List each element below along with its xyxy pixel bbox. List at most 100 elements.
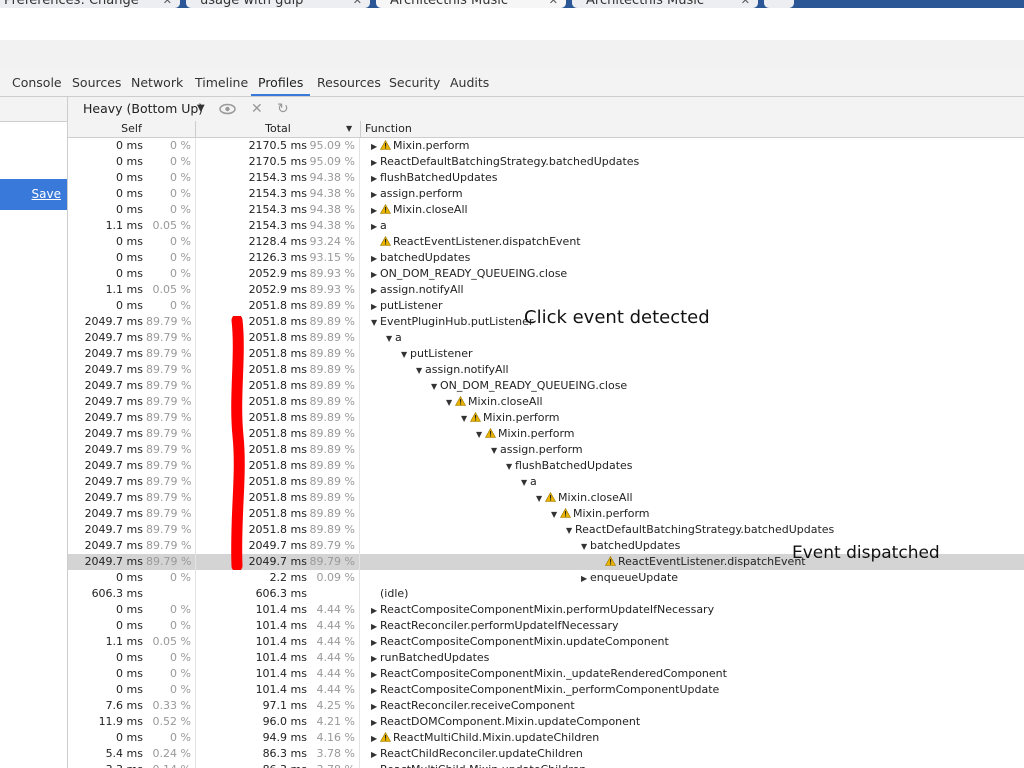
- collapse-arrow-icon[interactable]: ▼: [536, 491, 545, 507]
- expand-arrow-icon[interactable]: ▶: [371, 283, 380, 299]
- table-row[interactable]: 2049.7 ms 89.79 % 2051.8 ms 89.89 % ▼ flushBa…: [68, 458, 1024, 474]
- table-row[interactable]: 2049.7 ms 89.79 % 2051.8 ms 89.89 % ▼ Mixin.c…: [68, 490, 1024, 506]
- column-header-total[interactable]: Total: [196, 121, 361, 137]
- table-row[interactable]: 3.3 ms0.14 % 86.3 ms3.78 % ▶ReactMultiChil…: [68, 762, 1024, 768]
- close-icon[interactable]: ✕: [741, 0, 750, 8]
- expand-arrow-icon[interactable]: ▶: [371, 747, 380, 763]
- tab-network[interactable]: Network: [131, 69, 183, 96]
- table-row[interactable]: 0 ms 0 % 101.4 ms 4.44 % ▶ ReactCompositeComp…: [68, 682, 1024, 698]
- table-row[interactable]: 0 ms 0 % 2170.5 ms 95.09 % ▶ ReactDefaultBatc…: [68, 154, 1024, 170]
- expand-arrow-icon[interactable]: ▶: [581, 571, 590, 587]
- refresh-icon[interactable]: ↻: [277, 97, 289, 121]
- table-row[interactable]: 0 ms 0 % 101.4 ms 4.44 % ▶ ReactCompositeComp…: [68, 602, 1024, 618]
- expand-arrow-icon[interactable]: ▶: [371, 619, 380, 635]
- expand-arrow-icon[interactable]: ▶: [371, 139, 380, 155]
- table-row[interactable]: 11.9 ms 0.52 % 96.0 ms 4.21 % ▶ ReactDOMCompo…: [68, 714, 1024, 730]
- table-row[interactable]: 0 ms 0 % 2128.4 ms 93.24 % ReactEventListene…: [68, 234, 1024, 250]
- collapse-arrow-icon[interactable]: ▼: [416, 363, 425, 379]
- expand-arrow-icon[interactable]: ▶: [371, 251, 380, 267]
- browser-tab-active[interactable]: Architecthis Music ✕: [376, 0, 566, 8]
- collapse-arrow-icon[interactable]: ▼: [461, 411, 470, 427]
- collapse-arrow-icon[interactable]: ▼: [476, 427, 485, 443]
- expand-arrow-icon[interactable]: ▶: [371, 155, 380, 171]
- expand-arrow-icon[interactable]: ▶: [371, 667, 380, 683]
- expand-arrow-icon[interactable]: ▶: [371, 699, 380, 715]
- tab-resources[interactable]: Resources: [317, 69, 381, 96]
- table-row[interactable]: 1.1 ms 0.05 % 101.4 ms 4.44 % ▶ ReactComposit…: [68, 634, 1024, 650]
- close-icon[interactable]: ✕: [163, 0, 172, 8]
- expand-arrow-icon[interactable]: ▶: [371, 171, 380, 187]
- expand-arrow-icon[interactable]: ▶: [371, 651, 380, 667]
- save-link[interactable]: Save: [0, 179, 67, 210]
- table-row[interactable]: 5.4 ms 0.24 % 86.3 ms 3.78 % ▶ ReactChildReco…: [68, 746, 1024, 762]
- expand-arrow-icon[interactable]: ▶: [371, 635, 380, 651]
- column-header-function[interactable]: Function: [365, 121, 865, 137]
- close-icon[interactable]: ✕: [251, 97, 263, 121]
- table-row[interactable]: 2049.7 ms 89.79 % 2051.8 ms 89.89 % ▼ assign.…: [68, 362, 1024, 378]
- view-mode-select[interactable]: Heavy (Bottom Up): [83, 97, 203, 121]
- table-row[interactable]: 2049.7 ms 89.79 % 2051.8 ms 89.89 % ▼ Mixin.p…: [68, 506, 1024, 522]
- collapse-arrow-icon[interactable]: ▼: [431, 379, 440, 395]
- expand-arrow-icon[interactable]: ▶: [371, 203, 380, 219]
- collapse-arrow-icon[interactable]: ▼: [446, 395, 455, 411]
- tab-timeline[interactable]: Timeline: [195, 69, 248, 96]
- table-row[interactable]: 1.1 ms 0.05 % 2052.9 ms 89.93 % ▶ assign.noti…: [68, 282, 1024, 298]
- tab-audits[interactable]: Audits: [450, 69, 489, 96]
- table-row[interactable]: 2049.7 ms 89.79 % 2051.8 ms 89.89 % ▼ ON_DOM_…: [68, 378, 1024, 394]
- tab-console[interactable]: Console: [12, 69, 62, 96]
- table-row[interactable]: 606.3 ms 606.3 ms (idle): [68, 586, 1024, 602]
- collapse-arrow-icon[interactable]: ▼: [491, 443, 500, 459]
- table-row[interactable]: 0 ms 0 % 2.2 ms 0.09 % ▶ enqueueUpdate: [68, 570, 1024, 586]
- dropdown-arrow-icon[interactable]: ▼: [197, 97, 205, 121]
- collapse-arrow-icon[interactable]: ▼: [521, 475, 530, 491]
- expand-arrow-icon[interactable]: ▶: [371, 683, 380, 699]
- table-row[interactable]: 0 ms 0 % 2052.9 ms 89.93 % ▶ ON_DOM_READY_QUE…: [68, 266, 1024, 282]
- table-row[interactable]: 2049.7 ms 89.79 % 2051.8 ms 89.89 % ▼ a: [68, 330, 1024, 346]
- table-row[interactable]: 2049.7 ms 89.79 % 2051.8 ms 89.89 % ▼ ReactDe…: [68, 522, 1024, 538]
- table-row[interactable]: 2049.7 ms 89.79 % 2051.8 ms 89.89 % ▼ a: [68, 474, 1024, 490]
- close-icon[interactable]: ✕: [549, 0, 558, 8]
- collapse-arrow-icon[interactable]: ▼: [566, 523, 575, 539]
- expand-arrow-icon[interactable]: ▶: [371, 299, 380, 315]
- collapse-arrow-icon[interactable]: ▼: [506, 459, 515, 475]
- collapse-arrow-icon[interactable]: ▼: [581, 539, 590, 555]
- collapse-arrow-icon[interactable]: ▼: [401, 347, 410, 363]
- collapse-arrow-icon[interactable]: ▼: [386, 331, 395, 347]
- expand-arrow-icon[interactable]: ▶: [371, 603, 380, 619]
- tab-sources[interactable]: Sources: [72, 69, 121, 96]
- browser-tab[interactable]: usage with gulp ✕: [186, 0, 370, 8]
- collapse-arrow-icon[interactable]: ▼: [551, 507, 560, 523]
- eye-icon[interactable]: [219, 97, 236, 121]
- table-row[interactable]: 1.1 ms 0.05 % 2154.3 ms 94.38 % ▶ a: [68, 218, 1024, 234]
- expand-arrow-icon[interactable]: ▶: [371, 187, 380, 203]
- table-row[interactable]: 0 ms 0 % 101.4 ms 4.44 % ▶ ReactCompositeComp…: [68, 666, 1024, 682]
- expand-arrow-icon[interactable]: ▶: [371, 731, 380, 747]
- table-row[interactable]: 0 ms 0 % 101.4 ms 4.44 % ▶ ReactReconciler.pe…: [68, 618, 1024, 634]
- expand-arrow-icon[interactable]: ▶: [371, 219, 380, 235]
- table-row[interactable]: 0 ms 0 % 2154.3 ms 94.38 % ▶ assign.perform: [68, 186, 1024, 202]
- table-row[interactable]: 2049.7 ms 89.79 % 2051.8 ms 89.89 % ▼ Mixin.p…: [68, 426, 1024, 442]
- table-row[interactable]: 2049.7 ms 89.79 % 2051.8 ms 89.89 % ▼ Mixin.c…: [68, 394, 1024, 410]
- table-row[interactable]: 0 ms 0 % 2126.3 ms 93.15 % ▶ batchedUpdates: [68, 250, 1024, 266]
- close-icon[interactable]: ✕: [353, 0, 362, 8]
- expand-arrow-icon[interactable]: ▶: [371, 715, 380, 731]
- table-row[interactable]: 2049.7 ms 89.79 % 2051.8 ms 89.89 % ▼ assign.…: [68, 442, 1024, 458]
- table-row[interactable]: 2049.7 ms 89.79 % 2051.8 ms 89.89 % ▼ putList…: [68, 346, 1024, 362]
- browser-tab[interactable]: Preferences: Change ✕: [0, 0, 180, 8]
- column-header-self[interactable]: Self: [68, 121, 196, 137]
- table-row[interactable]: 0 ms 0 % 2154.3 ms 94.38 % ▶ flushBatchedUpda…: [68, 170, 1024, 186]
- self-percent-cell: 0 %: [170, 571, 191, 584]
- browser-tab[interactable]: Architecthis Music ✕: [572, 0, 758, 8]
- table-row[interactable]: 0 ms 0 % 101.4 ms 4.44 % ▶ runBatchedUpdates: [68, 650, 1024, 666]
- table-row[interactable]: 0 ms 0 % 2170.5 ms 95.09 % ▶ Mixin.perform: [68, 138, 1024, 154]
- table-row[interactable]: 0 ms 0 % 94.9 ms 4.16 % ▶ ReactMultiChild.Mix…: [68, 730, 1024, 746]
- new-tab-button[interactable]: [764, 0, 794, 8]
- expand-arrow-icon[interactable]: ▶: [371, 267, 380, 283]
- expand-arrow-icon[interactable]: ▶: [371, 763, 380, 768]
- tab-security[interactable]: Security: [389, 69, 440, 96]
- tab-profiles[interactable]: Profiles: [251, 69, 311, 96]
- table-row[interactable]: 7.6 ms 0.33 % 97.1 ms 4.25 % ▶ ReactReconcile…: [68, 698, 1024, 714]
- collapse-arrow-icon[interactable]: ▼: [371, 315, 380, 331]
- table-row[interactable]: 2049.7 ms 89.79 % 2051.8 ms 89.89 % ▼ Mixin.p…: [68, 410, 1024, 426]
- table-row[interactable]: 0 ms 0 % 2154.3 ms 94.38 % ▶ Mixin.closeAll: [68, 202, 1024, 218]
